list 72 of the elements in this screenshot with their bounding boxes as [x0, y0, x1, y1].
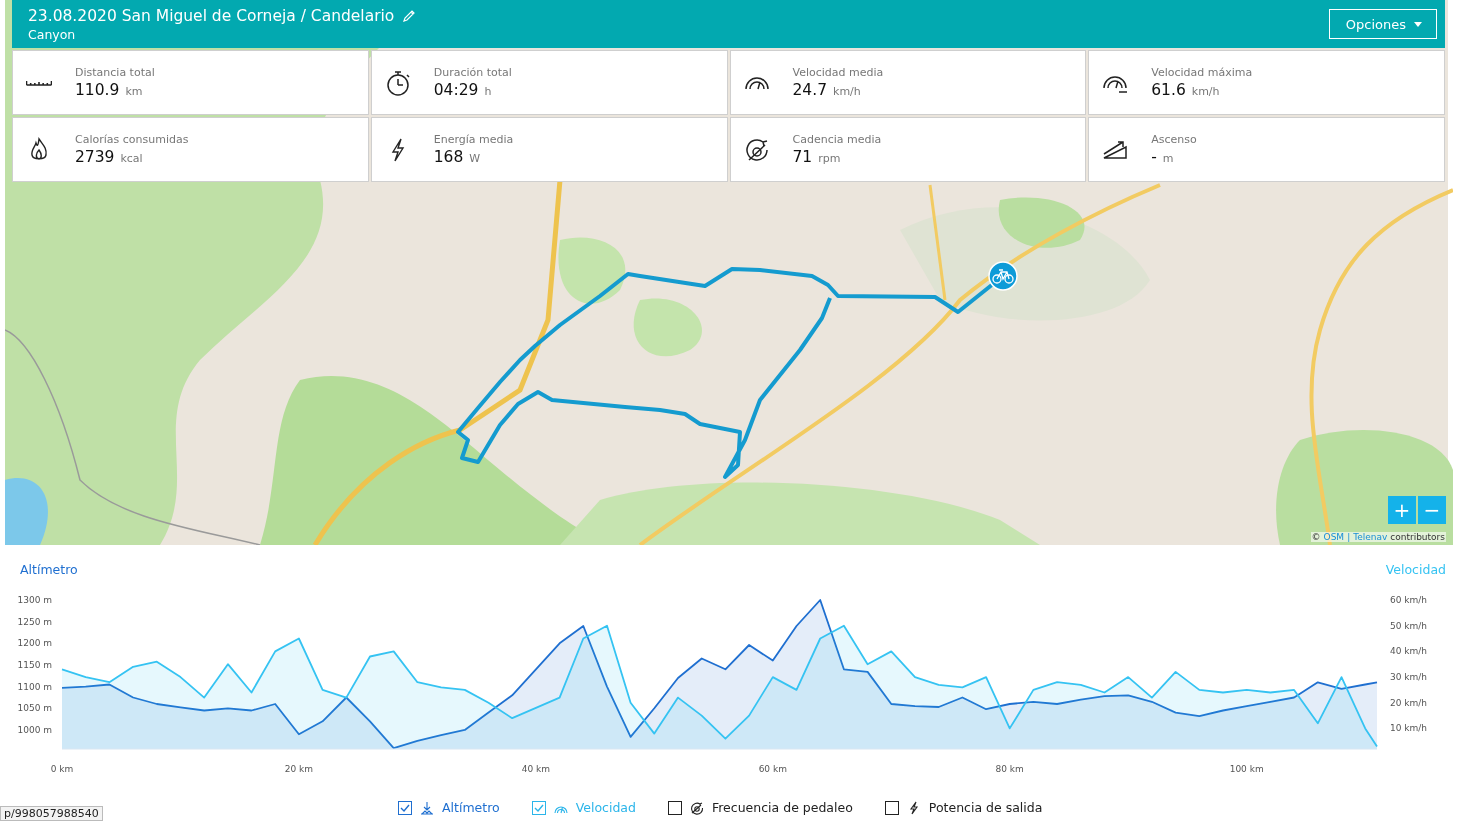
stat-label: Calorías consumidas [75, 133, 189, 146]
legend-label[interactable]: Frecuencia de pedaleo [711, 800, 853, 815]
checkbox[interactable] [531, 800, 546, 815]
axis-label: 1100 m [17, 681, 52, 692]
stat-value: 71 [792, 148, 813, 166]
check-icon [400, 803, 410, 812]
caret-icon [1414, 21, 1422, 27]
stat-unit: h [484, 85, 492, 98]
legend-label[interactable]: Potencia de salida [928, 800, 1043, 815]
stat-label: Velocidad máxima [1151, 66, 1253, 79]
stat-unit: km/h [833, 85, 861, 98]
stat-label: Distancia total [75, 66, 155, 79]
axis-label: 40 km/h [1390, 646, 1428, 657]
axis-label: 1300 m [17, 595, 52, 605]
stat-value: 110.9 [75, 81, 120, 99]
legend-label[interactable]: Velocidad [575, 800, 636, 815]
checkbox[interactable] [667, 800, 682, 815]
attribution-text: contributors [1390, 532, 1445, 542]
altitude-icon [420, 800, 434, 815]
stat-unit: W [469, 152, 481, 165]
axis-label: 50 km/h [1390, 620, 1428, 631]
bike-name: Canyon [28, 26, 77, 42]
axis-title: Velocidad [1385, 562, 1446, 577]
stat-label: Duración total [433, 66, 512, 79]
stat-label: Velocidad media [792, 66, 884, 79]
ruler-icon [26, 79, 52, 86]
attribution-link[interactable]: Telenav [1353, 532, 1388, 542]
axis-label: 1200 m [17, 638, 52, 649]
stat-value: 24.7 [792, 81, 827, 99]
axis-label: 0 km [50, 764, 74, 774]
ride-title: 23.08.2020 San Miguel de Corneja / Candelario [28, 6, 395, 25]
stat-unit: rpm [818, 152, 841, 165]
options-button[interactable]: Opciones [1328, 9, 1437, 39]
axis-label: 30 km/h [1390, 672, 1428, 683]
zoom-out-button[interactable]: − [1418, 496, 1446, 524]
attribution-link[interactable]: OSM [1323, 532, 1345, 542]
stat-unit: km [125, 85, 143, 98]
copyright-text: © [1311, 532, 1321, 542]
edit-icon [402, 8, 417, 23]
check-icon [533, 803, 544, 812]
checkbox[interactable] [398, 800, 412, 815]
axis-label: 1150 m [17, 660, 52, 670]
axis-label: 1050 m [17, 703, 52, 714]
axis-label: 10 km/h [1390, 723, 1428, 734]
axis-label: 20 km [284, 764, 314, 774]
axis-label: 40 km [521, 764, 551, 774]
axis-label: 20 km/h [1390, 697, 1428, 708]
axis-label: 1000 m [17, 724, 52, 735]
axis-label: 80 km [995, 764, 1024, 774]
axis-label: 60 km/h [1390, 595, 1428, 605]
axis-label: 60 km [758, 764, 787, 774]
bicycle-marker-icon[interactable] [988, 261, 1018, 291]
stat-value: 2739 [75, 148, 115, 166]
checkbox[interactable] [884, 800, 899, 815]
stat-label: Ascenso [1151, 133, 1197, 146]
stat-unit: m [1162, 152, 1174, 165]
axis-label: 1250 m [17, 616, 52, 627]
stat-unit: kcal [120, 152, 143, 165]
zoom-in-button[interactable]: + [1388, 496, 1416, 524]
stat-unit: km/h [1191, 85, 1220, 98]
stat-value: 04:29 [433, 81, 479, 99]
status-url: p/998057988540 [0, 806, 103, 821]
legend-label[interactable]: Altímetro [442, 800, 500, 815]
stat-label: Cadencia media [792, 133, 882, 146]
separator-text: | [1347, 532, 1351, 542]
axis-title: Altímetro [20, 562, 78, 577]
stat-value: 61.6 [1151, 81, 1186, 99]
axis-label: 100 km [1229, 764, 1264, 774]
stat-value: 168 [433, 148, 464, 166]
stat-label: Energía media [433, 133, 514, 146]
cadence-icon [689, 800, 704, 815]
stat-value: - [1151, 148, 1157, 166]
